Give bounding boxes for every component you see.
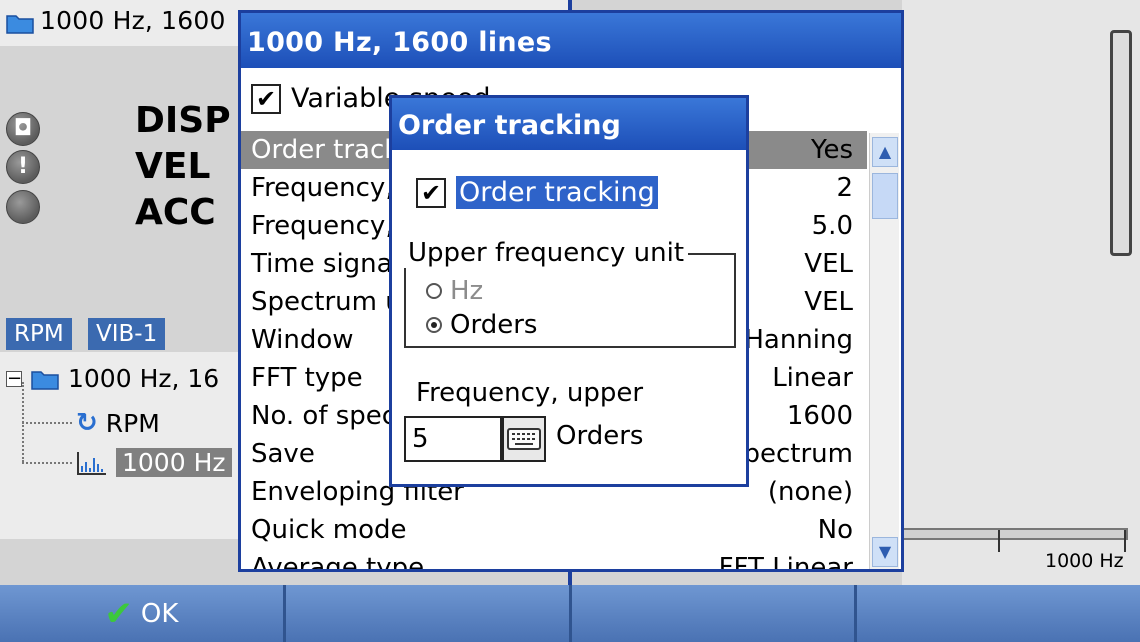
scroll-down-icon[interactable]: ▼	[872, 537, 898, 567]
order-tracking-checkbox[interactable]: ✔ Order tracking	[416, 176, 658, 209]
property-value: 2	[836, 173, 853, 203]
softkey-3[interactable]	[571, 585, 858, 642]
property-value: Linear	[772, 363, 853, 393]
background-chart-area	[902, 0, 1140, 585]
radio-selected-icon[interactable]	[426, 317, 442, 333]
order-tracking-dialog-title: Order tracking	[392, 98, 746, 150]
property-scrollbar[interactable]: ▲ ▼	[869, 133, 899, 569]
axis-label: 1000 Hz	[1045, 550, 1124, 572]
property-value: No	[817, 515, 853, 545]
order-tracking-dialog: Order tracking ✔ Order tracking Upper fr…	[389, 95, 749, 487]
keyboard-icon	[507, 428, 541, 450]
property-value: VEL	[804, 249, 853, 279]
property-value: 1600	[786, 401, 853, 431]
checkbox-checked-icon[interactable]: ✔	[251, 83, 281, 114]
chip-vib1[interactable]: VIB-1	[88, 318, 166, 350]
property-label: Quick mode	[251, 515, 407, 545]
radio-hz[interactable]: Hz	[426, 276, 483, 306]
radio-orders-label: Orders	[450, 310, 538, 340]
softkey-2[interactable]	[285, 585, 572, 642]
folder-icon	[6, 15, 34, 34]
folder-icon	[31, 370, 59, 390]
frequency-upper-unit: Orders	[556, 421, 644, 451]
background-title: 1000 Hz, 1600	[40, 6, 226, 35]
radio-hz-label: Hz	[450, 276, 484, 306]
scroll-thumb[interactable]	[872, 173, 898, 219]
chart-axis	[902, 528, 1128, 540]
frequency-upper-input[interactable]: 5	[404, 416, 502, 462]
tree-item-spectrum-label: 1000 Hz	[116, 448, 232, 477]
measurement-tree: − 1000 Hz, 16 ↻ RPM 1000 Hz	[0, 352, 238, 539]
tree-item-root-label: 1000 Hz, 16	[68, 364, 220, 393]
property-value: VEL	[804, 287, 853, 317]
ok-button[interactable]: ✔ OK	[0, 585, 286, 642]
chart-scrollbar[interactable]	[1110, 30, 1132, 256]
radio-orders[interactable]: Orders	[426, 310, 537, 340]
tree-item-root[interactable]: − 1000 Hz, 16	[6, 364, 219, 393]
property-label: FFT type	[251, 363, 363, 393]
axis-tick	[1124, 530, 1126, 552]
property-row[interactable]: Quick mode No	[241, 511, 867, 549]
chip-rpm[interactable]: RPM	[6, 318, 72, 350]
measurement-acc: ACC	[135, 192, 216, 233]
spectrum-chart-icon	[77, 451, 106, 475]
property-label: Save	[251, 439, 315, 469]
property-value: (none)	[767, 477, 853, 507]
measurement-disp: DISP	[135, 100, 231, 141]
property-value: FFT Linear	[718, 553, 853, 572]
alert-led-icon: !	[6, 150, 40, 184]
property-value: 5.0	[811, 211, 853, 241]
property-label: Window	[251, 325, 354, 355]
scroll-up-icon[interactable]: ▲	[872, 137, 898, 167]
keyboard-button[interactable]	[502, 416, 546, 462]
upper-frequency-unit-legend: Upper frequency unit	[404, 238, 689, 268]
softkey-bar: ✔ OK	[0, 585, 1140, 642]
measurement-vel: VEL	[135, 146, 211, 187]
property-label: Average type	[251, 553, 425, 572]
tree-item-rpm-label: RPM	[105, 408, 160, 438]
property-row[interactable]: Average type FFT Linear	[241, 549, 867, 572]
property-value: Hanning	[744, 325, 853, 355]
tree-item-spectrum[interactable]: 1000 Hz	[76, 448, 232, 477]
order-tracking-label: Order tracking	[456, 176, 658, 209]
tree-item-rpm[interactable]: ↻ RPM	[76, 408, 160, 438]
checkbox-checked-icon[interactable]: ✔	[416, 177, 446, 208]
property-value: Yes	[811, 135, 853, 165]
radio-unselected-icon[interactable]	[426, 283, 442, 299]
checkmark-icon: ✔	[104, 593, 133, 634]
status-led-icon-off	[6, 190, 40, 224]
refresh-icon: ↻	[76, 408, 98, 438]
axis-tick	[998, 530, 1000, 552]
collapse-icon[interactable]: −	[6, 369, 22, 387]
status-led-icon: ◘	[6, 112, 40, 146]
frequency-upper-label: Frequency, upper	[416, 378, 644, 408]
ok-button-label: OK	[140, 598, 179, 629]
setup-dialog-title: 1000 Hz, 1600 lines	[241, 13, 901, 68]
softkey-4[interactable]	[857, 585, 1140, 642]
